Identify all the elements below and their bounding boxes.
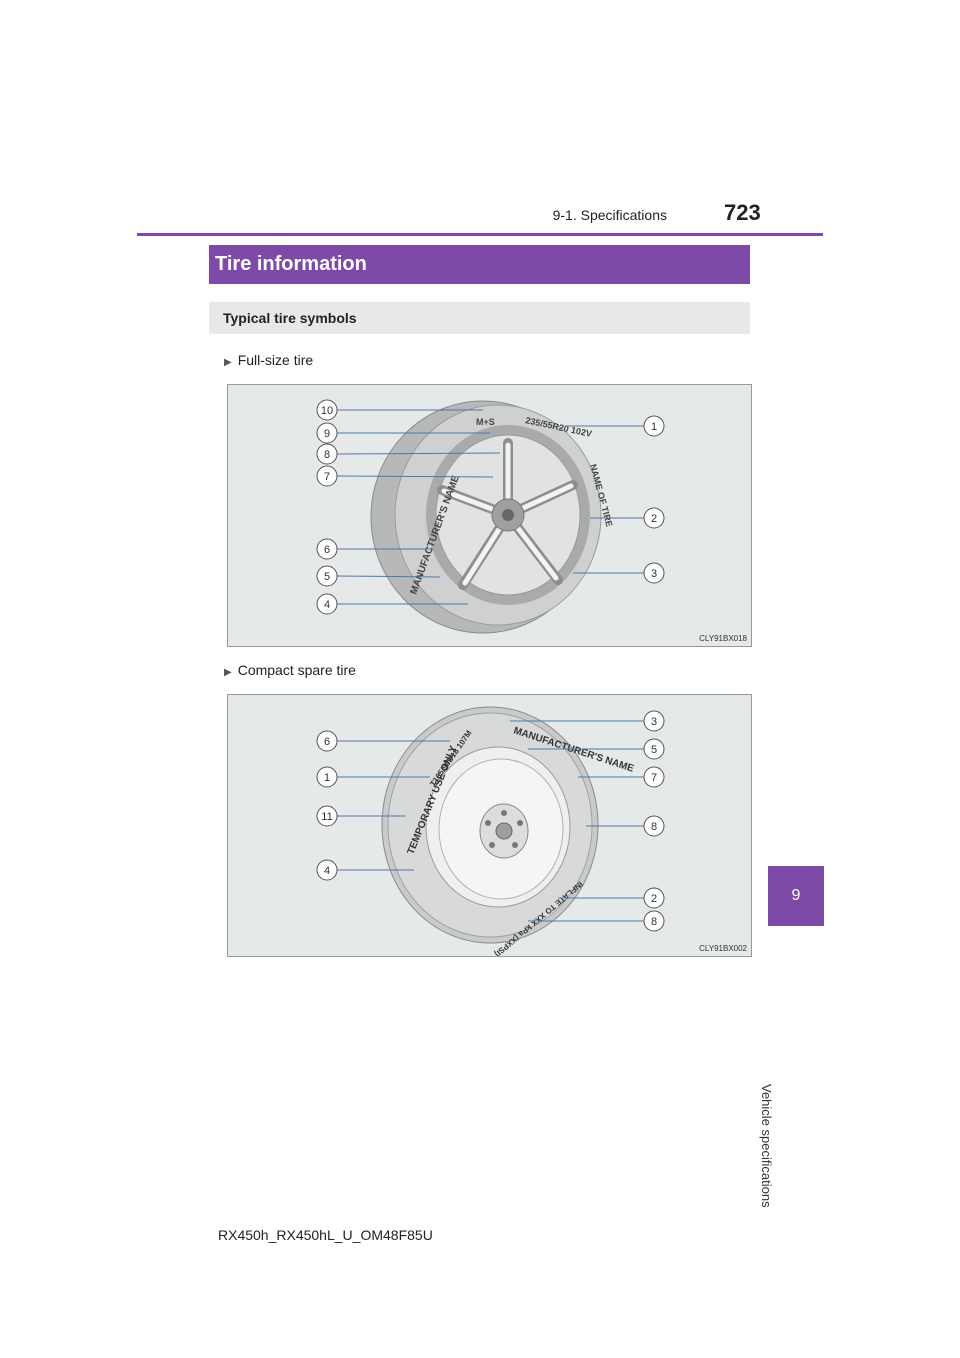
subtitle-bar: Typical tire symbols (209, 302, 750, 334)
callout-label-right-1: 2 (651, 513, 657, 525)
section-title: 9-1. Specifications (552, 207, 667, 223)
callout-label-left-5: 5 (324, 571, 330, 583)
callout-label-left-2: 11 (321, 811, 332, 823)
callout-label-left-0: 10 (321, 405, 333, 417)
chapter-tab-label: Vehicle specifications (759, 1084, 774, 1208)
tire-text-ms: M+S (476, 417, 495, 427)
callout-label-right-2: 3 (651, 568, 657, 580)
callout-label-left-0: 6 (324, 736, 330, 748)
page-title: Tire information (215, 253, 367, 275)
caption-compact-spare: Compact spare tire (237, 662, 356, 678)
callout-label-left-6: 4 (324, 599, 330, 611)
callout-label-right-0: 3 (651, 716, 657, 728)
full-size-tire-illustration: M+S 235/55R20 102V MANUFACTURER'S NAME N… (316, 399, 665, 634)
bullet-compact-spare: ▶ Compact spare tire (224, 662, 356, 678)
full-size-tire-figure: M+S 235/55R20 102V MANUFACTURER'S NAME N… (227, 384, 752, 647)
chapter-tab: 9 (768, 866, 824, 926)
triangle-bullet-icon: ▶ (224, 357, 232, 368)
callout-label-left-4: 6 (324, 544, 330, 556)
callout-label-left-1: 1 (324, 772, 330, 784)
tire-graphic (370, 400, 602, 634)
callout-label-left-3: 4 (324, 865, 330, 877)
callout-label-right-0: 1 (651, 421, 657, 433)
page-number: 723 (724, 200, 761, 225)
callout-label-right-5: 8 (651, 916, 657, 928)
compact-spare-tire-illustration: TEMPORARY USE ONLY T165/90D18 107M MANUF… (316, 706, 665, 956)
triangle-bullet-icon: ▶ (224, 667, 232, 678)
callout-label-left-1: 9 (324, 428, 330, 440)
caption-full-size: Full-size tire (237, 352, 314, 368)
callout-label-left-2: 8 (324, 449, 330, 461)
callout-label-left-3: 7 (324, 471, 330, 483)
subtitle: Typical tire symbols (223, 310, 357, 326)
title-banner: Tire information (209, 245, 750, 284)
callout-label-right-2: 7 (651, 772, 657, 784)
figure-code: CLY91BX018 (699, 634, 747, 643)
callout-label-right-1: 5 (651, 744, 657, 756)
bullet-full-size: ▶ Full-size tire (224, 352, 313, 368)
footer-code: RX450h_RX450hL_U_OM48F85U (218, 1227, 433, 1243)
figure-code: CLY91BX002 (699, 944, 747, 953)
callout-label-right-4: 2 (651, 893, 657, 905)
callout-label-right-3: 8 (651, 821, 657, 833)
header-rule (137, 233, 823, 236)
compact-spare-tire-figure: TEMPORARY USE ONLY T165/90D18 107M MANUF… (227, 694, 752, 957)
